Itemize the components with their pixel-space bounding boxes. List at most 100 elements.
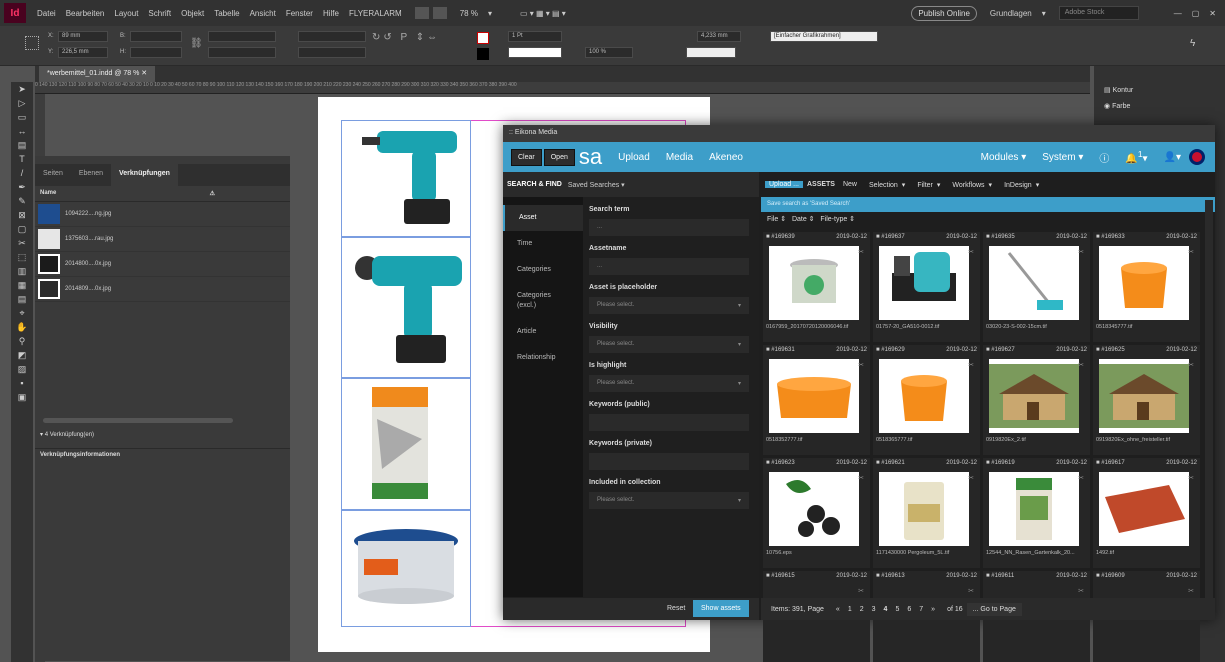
note-tool-icon[interactable]: ▤ [15, 293, 29, 305]
stroke-weight-field[interactable]: 1 Pt [508, 31, 562, 42]
assets-scrollbar[interactable] [1205, 200, 1213, 610]
goto-page-input[interactable]: ... Go to Page [966, 602, 1022, 616]
asset-tile[interactable]: ■ #169633 2019-02-12 ✂ 0518345777.tif [1093, 232, 1200, 342]
keywords-private-input[interactable] [589, 453, 749, 470]
asset-tile[interactable]: ■ #169639 2019-02-12 ✂ 0167959_201707201200… [763, 232, 870, 342]
cat-categories[interactable]: Categories [503, 257, 583, 283]
bridge-icon[interactable] [414, 7, 429, 19]
direct-selection-tool-icon[interactable]: ▷ [15, 97, 29, 109]
show-assets-button[interactable]: Show assets [693, 600, 749, 617]
page-link[interactable]: 7 [915, 606, 927, 613]
scale-x-field[interactable] [208, 31, 276, 42]
scissors-icon[interactable]: ✂ [1188, 474, 1194, 482]
menu-flyeralarm[interactable]: FLYERALARM [344, 9, 407, 18]
asset-checkbox[interactable]: ■ [876, 347, 880, 353]
nav-media[interactable]: Media [658, 152, 701, 163]
reference-point-icon[interactable] [25, 36, 39, 50]
menu-tabelle[interactable]: Tabelle [209, 9, 244, 18]
saved-searches-dropdown[interactable]: Saved Searches ▾ [568, 181, 625, 189]
asset-tile[interactable]: ■ #169629 2019-02-12 ✂ 0518365777.tif [873, 345, 980, 455]
filter-menu[interactable]: Filter ▾ [909, 181, 944, 189]
link-row[interactable]: 2014809....0x.jpg [35, 277, 290, 302]
tab-verknuepfungen[interactable]: Verknüpfungen [111, 164, 178, 186]
asset-tile[interactable]: ■ #169631 2019-02-12 ✂ 0518352777.tif [763, 345, 870, 455]
clear-button[interactable]: Clear [511, 148, 542, 166]
scissors-icon[interactable]: ✂ [1188, 587, 1194, 595]
menu-schrift[interactable]: Schrift [143, 9, 176, 18]
asset-checkbox[interactable]: ■ [1096, 234, 1100, 240]
scissors-icon[interactable]: ✂ [858, 361, 864, 369]
asset-checkbox[interactable]: ■ [986, 234, 990, 240]
scissors-icon[interactable]: ✂ [1078, 248, 1084, 256]
menu-datei[interactable]: Datei [32, 9, 61, 18]
scissors-icon[interactable]: ✂ [968, 361, 974, 369]
asset-checkbox[interactable]: ■ [766, 234, 770, 240]
link-row[interactable]: 1375603....rau.jpg [35, 227, 290, 252]
menu-objekt[interactable]: Objekt [176, 9, 209, 18]
upload-button[interactable]: Upload ... [765, 181, 803, 188]
asset-thumbnail[interactable] [879, 472, 969, 546]
highlight-select[interactable]: Please select. ▾ [589, 375, 749, 392]
fitting-field[interactable] [686, 47, 736, 58]
keywords-public-input[interactable] [589, 414, 749, 431]
cat-relationship[interactable]: Relationship [503, 345, 583, 371]
scissors-icon[interactable]: ✂ [1188, 361, 1194, 369]
cat-asset[interactable]: Asset [503, 205, 583, 231]
menu-layout[interactable]: Layout [109, 9, 143, 18]
asset-thumbnail[interactable] [879, 246, 969, 320]
minimize-icon[interactable]: — [1169, 9, 1187, 18]
tab-seiten[interactable]: Seiten [35, 164, 71, 186]
sort-filetype[interactable]: File-type ⇕ [820, 216, 855, 223]
asset-thumbnail[interactable] [1099, 246, 1189, 320]
x-field[interactable]: 89 mm [58, 31, 108, 42]
asset-checkbox[interactable]: ■ [766, 573, 770, 579]
asset-checkbox[interactable]: ■ [876, 234, 880, 240]
cat-categories-excl[interactable]: Categories (excl.) [503, 283, 583, 319]
scissors-icon[interactable]: ✂ [858, 587, 864, 595]
sort-file[interactable]: File ⇕ [767, 216, 786, 223]
asset-checkbox[interactable]: ■ [1096, 573, 1100, 579]
reset-button[interactable]: Reset [667, 605, 685, 612]
asset-thumbnail[interactable] [989, 472, 1079, 546]
panel-farbe[interactable]: ◉ Farbe [1094, 98, 1225, 114]
frame-style-select[interactable]: [Einfacher Grafikrahmen] [770, 31, 878, 42]
page-link[interactable]: 1 [844, 606, 856, 613]
page-link[interactable]: 6 [903, 606, 915, 613]
view-options-icon[interactable]: ▭ ▾ ▦ ▾ ▤ ▾ [515, 9, 571, 18]
stock-search-input[interactable]: Adobe Stock [1058, 6, 1139, 20]
collection-select[interactable]: Please select. ▾ [589, 492, 749, 509]
asset-tile[interactable]: ■ #169635 2019-02-12 ✂ 03020-23-S-002-15cm.… [983, 232, 1090, 342]
asset-checkbox[interactable]: ■ [766, 460, 770, 466]
asset-tile[interactable]: ■ #169623 2019-02-12 ✂ 10756.eps [763, 458, 870, 568]
asset-checkbox[interactable]: ■ [986, 573, 990, 579]
lightning-icon[interactable]: ϟ [1190, 38, 1195, 49]
pencil-tool-icon[interactable]: ✎ [15, 195, 29, 207]
asset-tile[interactable]: ■ #169637 2019-02-12 ✂ 01757-20_GA510-0012.… [873, 232, 980, 342]
hand-tool-icon[interactable]: ✋ [15, 321, 29, 333]
rotation-field[interactable] [298, 31, 366, 42]
tab-ebenen[interactable]: Ebenen [71, 164, 111, 186]
cat-time[interactable]: Time [503, 231, 583, 257]
nav-akeneo[interactable]: Akeneo [701, 152, 751, 163]
stock-icon[interactable] [432, 7, 447, 19]
opacity-field[interactable]: 100 % [585, 47, 633, 58]
scissors-icon[interactable]: ✂ [968, 587, 974, 595]
image-frame-sack[interactable] [341, 378, 471, 510]
content-collector-icon[interactable]: ▤ [15, 139, 29, 151]
scissors-icon[interactable]: ✂ [1078, 361, 1084, 369]
asset-thumbnail[interactable] [1099, 472, 1189, 546]
user-icon[interactable]: 👤▾ [1156, 152, 1189, 163]
asset-thumbnail[interactable] [769, 359, 859, 433]
asset-checkbox[interactable]: ■ [766, 347, 770, 353]
link-info-section[interactable]: Verknüpfungsinformationen [35, 448, 290, 462]
page-link[interactable]: 3 [868, 606, 880, 613]
asset-tile[interactable]: ■ #169621 2019-02-12 ✂ 1171430000 Pergoleum… [873, 458, 980, 568]
asset-checkbox[interactable]: ■ [1096, 347, 1100, 353]
link-row[interactable]: 1094222....ng.jpg [35, 202, 290, 227]
menu-fenster[interactable]: Fenster [281, 9, 318, 18]
page-link[interactable]: 2 [856, 606, 868, 613]
y-field[interactable]: 226,5 mm [58, 47, 108, 58]
save-search-bar[interactable]: Save search as 'Saved Search' [761, 197, 1215, 212]
gradient-feather-icon[interactable]: ▦ [15, 279, 29, 291]
placeholder-select[interactable]: Please select. ▾ [589, 297, 749, 314]
